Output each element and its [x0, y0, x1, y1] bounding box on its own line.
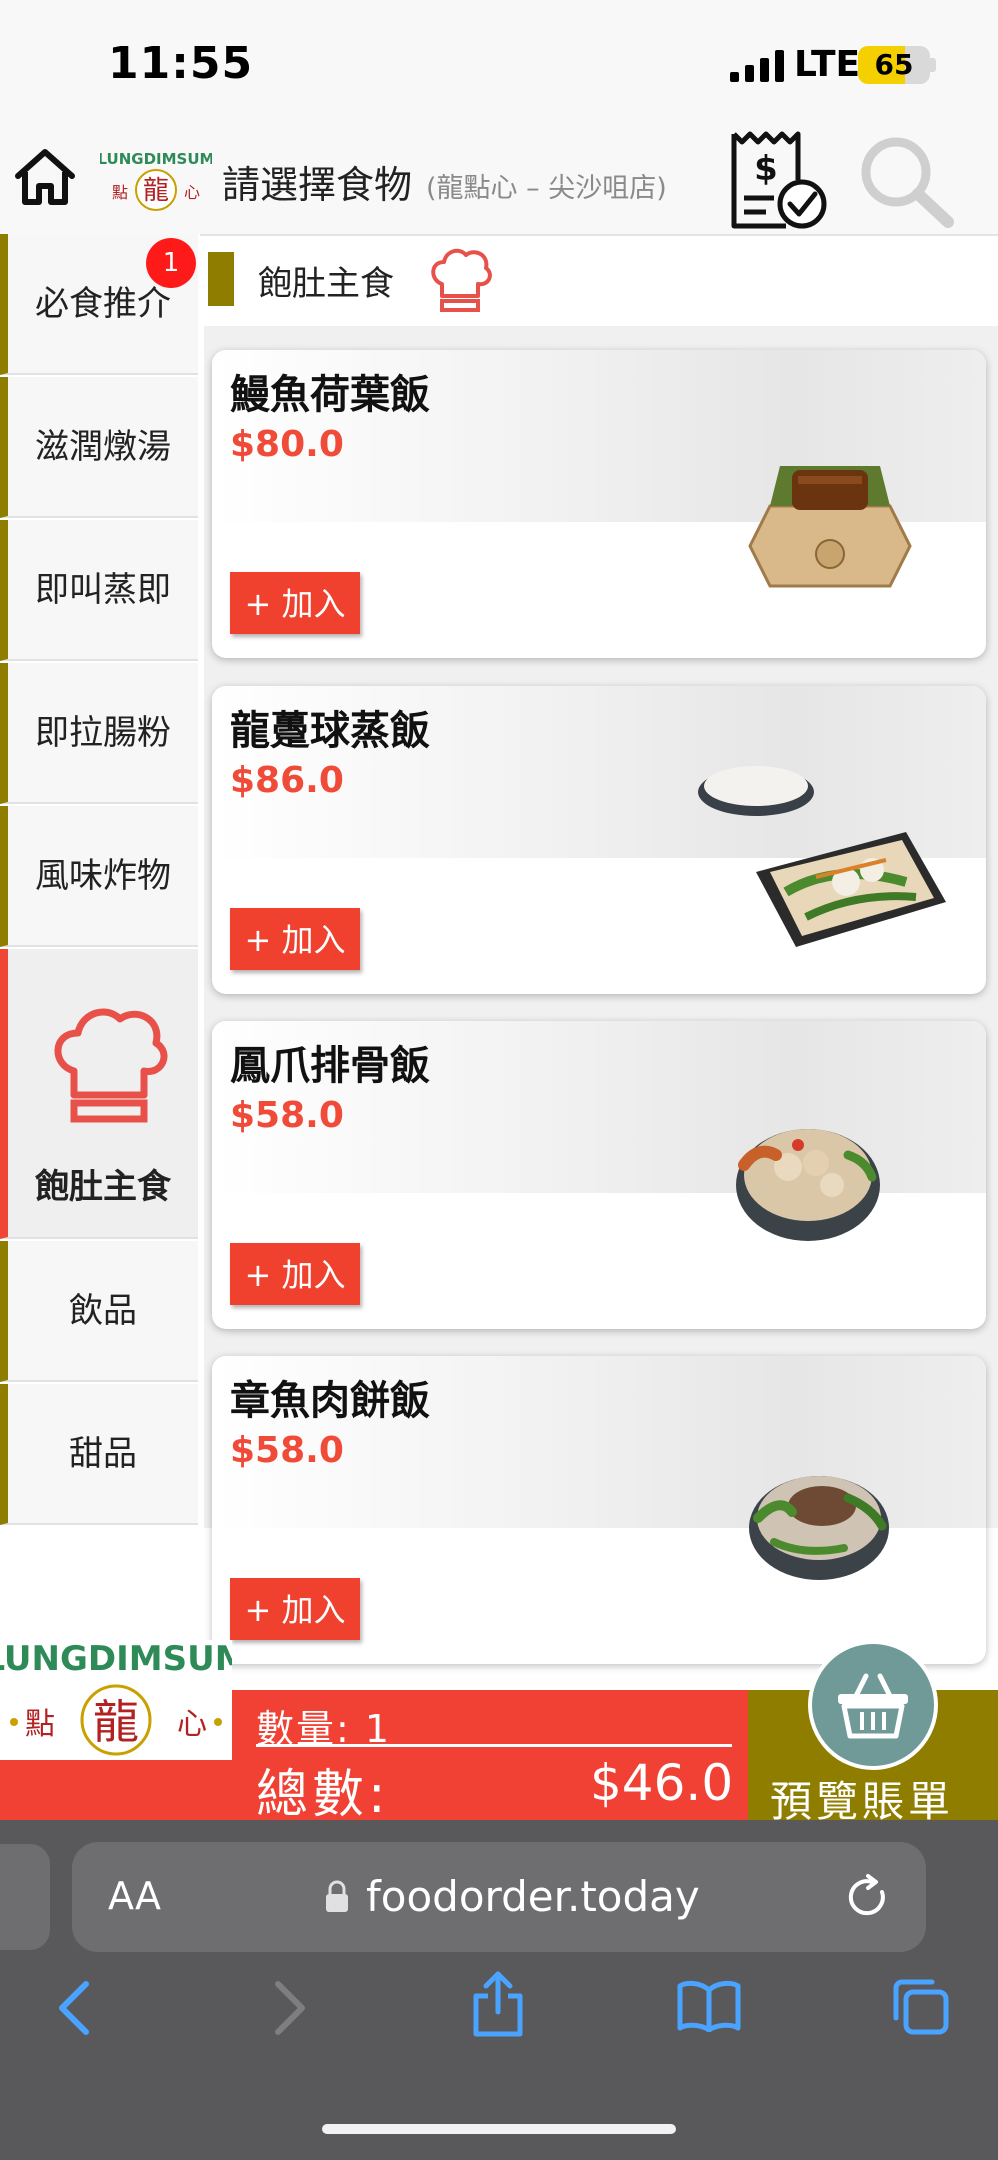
- home-indicator[interactable]: [322, 2124, 676, 2134]
- svg-text:龍: 龍: [93, 1695, 139, 1749]
- section-header: 飽肚主食: [204, 236, 998, 326]
- add-to-cart-button[interactable]: + 加入: [230, 572, 360, 634]
- status-time: 11:55: [108, 38, 254, 89]
- reload-icon[interactable]: [846, 1872, 892, 1922]
- food-image: [698, 766, 946, 947]
- chef-hat-icon: [431, 248, 492, 312]
- food-name: 龍躉球蒸飯: [230, 708, 430, 754]
- food-name: 章魚肉餅飯: [230, 1378, 430, 1424]
- sidebar-item-soup[interactable]: 滋潤燉湯: [0, 377, 198, 518]
- recommended-count-badge: 1: [146, 238, 196, 288]
- page-title: 請選擇食物: [222, 163, 413, 207]
- chef-hat-icon: [54, 1008, 168, 1123]
- reader-settings-button[interactable]: AA: [108, 1874, 161, 1918]
- food-name: 鳳爪排骨飯: [230, 1043, 430, 1089]
- logo-text: LUNGDIMSUM: [0, 1640, 232, 1679]
- sidebar-item-label: 滋潤燉湯: [35, 427, 171, 467]
- battery-tip: [930, 58, 936, 72]
- svg-text:點: 點: [25, 1707, 55, 1742]
- food-image: [736, 1129, 880, 1241]
- brand-logo: LUNGDIMSUM 龍 點 心: [0, 1640, 232, 1760]
- divider: [256, 1744, 732, 1747]
- brand-logo: LUNGDIMSUM 龍 點 心: [100, 150, 212, 211]
- section-accent-bar: [208, 252, 234, 306]
- food-card: 鳳爪排骨飯 $58.0 + 加入: [212, 1021, 986, 1329]
- sidebar-item-label: 飽肚主食: [35, 1167, 171, 1207]
- store-name: (龍點心 – 尖沙咀店): [426, 173, 667, 204]
- home-icon[interactable]: [12, 144, 78, 210]
- browser-toolbar: AA foodorder.today: [0, 1820, 998, 2160]
- food-price: $86.0: [230, 760, 344, 801]
- back-icon[interactable]: [54, 1980, 94, 2036]
- section-title: 飽肚主食: [258, 264, 394, 304]
- sidebar-item-drinks[interactable]: 飲品: [0, 1241, 198, 1382]
- svg-text:點: 點: [112, 183, 128, 202]
- sidebar-item-label: 甜品: [69, 1434, 137, 1474]
- basket-icon: [838, 1673, 908, 1739]
- network-type: LTE: [794, 44, 861, 85]
- add-to-cart-button[interactable]: + 加入: [230, 908, 360, 970]
- food-card: 龍躉球蒸飯 $86.0 + 加入: [212, 686, 986, 994]
- add-to-cart-button[interactable]: + 加入: [230, 1243, 360, 1305]
- lock-icon: [326, 1880, 348, 1912]
- sidebar-item-label: 風味炸物: [35, 856, 171, 896]
- tabs-icon[interactable]: [890, 1976, 950, 2036]
- share-icon[interactable]: [470, 1970, 526, 2038]
- order-total-value: $46.0: [590, 1754, 734, 1812]
- previous-tab-edge[interactable]: [0, 1844, 50, 1950]
- status-bar: 11:55 LTE 65: [0, 0, 998, 130]
- sidebar-item-desserts[interactable]: 甜品: [0, 1384, 198, 1525]
- sidebar-item-label: 飲品: [69, 1291, 137, 1331]
- battery-icon: 65: [858, 46, 930, 84]
- sidebar-item-label: 即叫蒸即: [35, 570, 171, 610]
- svg-text:$: $: [754, 149, 778, 189]
- order-total-label: 總數:: [256, 1765, 390, 1825]
- bill-icon[interactable]: $: [726, 128, 832, 232]
- svg-text:心: 心: [184, 183, 200, 202]
- food-name: 鰻魚荷葉飯: [230, 372, 430, 418]
- sidebar-item-fried[interactable]: 風味炸物: [0, 806, 198, 947]
- battery-percent: 65: [874, 48, 914, 81]
- svg-text:LUNGDIMSUM: LUNGDIMSUM: [100, 150, 212, 168]
- sidebar-item-mains[interactable]: 飽肚主食: [0, 949, 198, 1239]
- food-image: [748, 466, 912, 588]
- sidebar-item-steamed[interactable]: 即叫蒸即: [0, 520, 198, 661]
- forward-icon[interactable]: [270, 1980, 310, 2036]
- food-price: $58.0: [230, 1430, 344, 1471]
- svg-text:龍: 龍: [143, 176, 169, 206]
- food-price: $80.0: [230, 424, 344, 465]
- app-header: LUNGDIMSUM 龍 點 心 請選擇食物 (龍點心 – 尖沙咀店) $: [0, 130, 998, 236]
- sidebar-item-label: 即拉腸粉: [35, 713, 171, 753]
- address-bar[interactable]: AA foodorder.today: [72, 1842, 926, 1952]
- category-sidebar: 必食推介 滋潤燉湯 即叫蒸即 即拉腸粉 風味炸物 飽肚主食 飲品 甜品: [0, 234, 200, 1528]
- svg-text:心: 心: [177, 1707, 207, 1742]
- signal-icon: [730, 50, 784, 82]
- url-text: foodorder.today: [366, 1872, 700, 1921]
- food-price: $58.0: [230, 1095, 344, 1136]
- bookmarks-icon[interactable]: [676, 1980, 742, 2032]
- food-card: 章魚肉餅飯 $58.0 + 加入: [212, 1356, 986, 1664]
- food-image: [749, 1476, 889, 1580]
- add-to-cart-button[interactable]: + 加入: [230, 1578, 360, 1640]
- food-card: 鰻魚荷葉飯 $80.0 + 加入: [212, 350, 986, 658]
- search-icon[interactable]: [856, 134, 956, 228]
- sidebar-item-rice-rolls[interactable]: 即拉腸粉: [0, 663, 198, 804]
- basket-button[interactable]: [808, 1640, 938, 1770]
